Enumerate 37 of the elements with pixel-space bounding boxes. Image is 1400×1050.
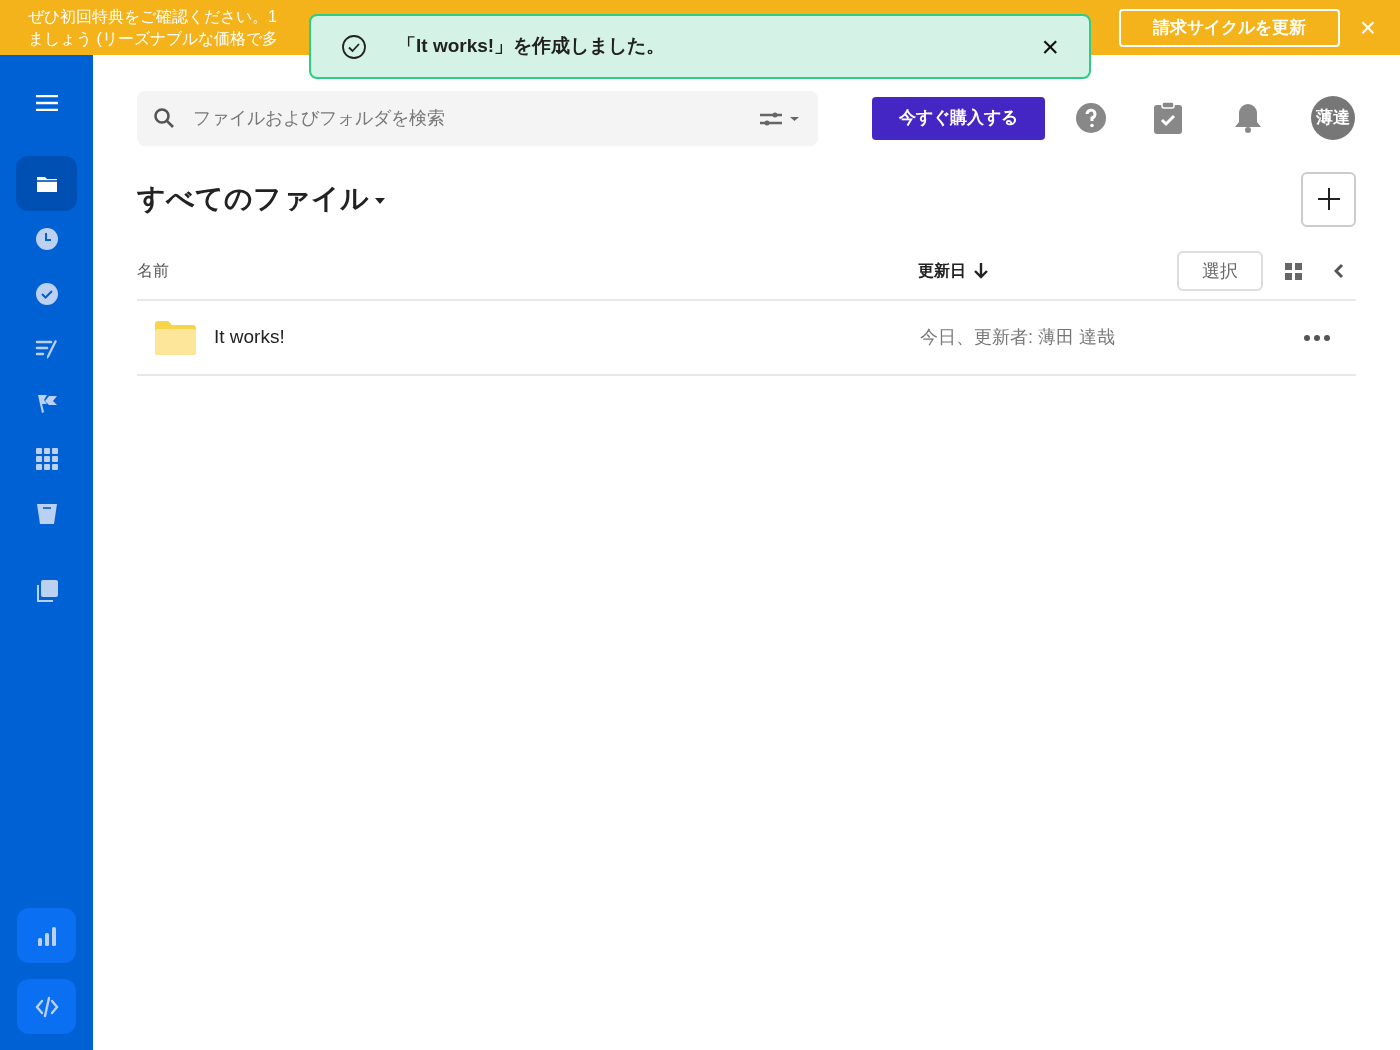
check-circle-icon (341, 33, 367, 60)
folder-icon (155, 320, 196, 355)
modified-text: 今日、更新者: 薄田 達哉 (920, 326, 1115, 349)
copy-icon (34, 578, 59, 603)
close-button[interactable]: × (1041, 31, 1059, 62)
trash-icon (34, 501, 59, 526)
check-circle-icon (34, 281, 59, 306)
apps-grid-icon (34, 446, 59, 471)
insights-button[interactable] (17, 908, 76, 963)
grid-view-icon[interactable] (1285, 262, 1302, 280)
bell-icon[interactable] (1233, 102, 1263, 134)
filter-icon[interactable] (760, 111, 800, 126)
clock-icon (34, 226, 59, 251)
code-icon (34, 994, 59, 1019)
column-header[interactable]: 名前 (137, 259, 918, 283)
banner-text: ぜひ初回特典をご確認ください。1 (28, 6, 278, 27)
banner-text: ましょう (リーズナブルな価格で多 (28, 28, 278, 49)
page-title: すべてのファイル (137, 182, 369, 216)
toast-message: 「It works!」を作成しました。 (397, 34, 666, 59)
chevron-left-icon[interactable] (1334, 263, 1344, 279)
avatar[interactable]: 薄達 (1311, 96, 1355, 140)
arrow-down-icon[interactable] (974, 263, 988, 279)
file-name[interactable]: It works! (214, 323, 920, 352)
select-button[interactable]: 選択 (1177, 251, 1263, 291)
menu-icon[interactable] (35, 95, 58, 111)
plus-icon (1317, 188, 1340, 210)
buy-now-button[interactable]: 今すぐ購入する (872, 96, 1045, 140)
column-header[interactable]: 更新日 (918, 259, 966, 283)
caret-icon[interactable] (375, 198, 385, 204)
clipboard-check-icon[interactable] (1154, 102, 1182, 134)
search-icon (153, 106, 175, 129)
developer-button[interactable] (17, 979, 76, 1034)
add-button[interactable] (1301, 171, 1356, 227)
search-field[interactable]: ファイルおよびフォルダを検索 (137, 90, 818, 146)
more-options-icon[interactable] (1304, 334, 1330, 341)
help-icon[interactable] (1075, 102, 1107, 134)
nav-item[interactable] (16, 156, 77, 211)
